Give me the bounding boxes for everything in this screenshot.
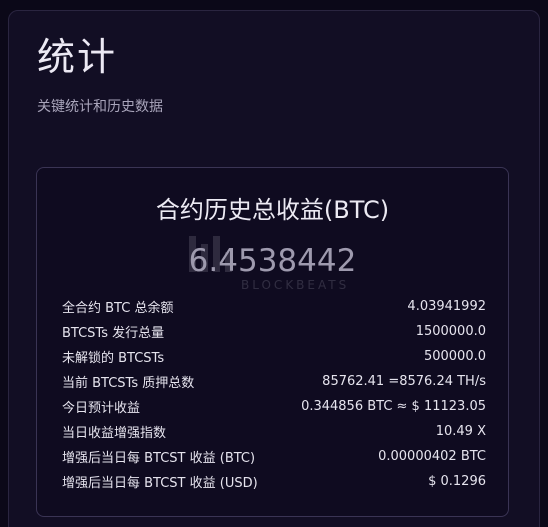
stat-row-boost-index: 当日收益增强指数 10.49 X [62,419,486,444]
stat-row-btcst-supply: BTCSTs 发行总量 1500000.0 [62,319,486,344]
stat-value: 0.344856 BTC ≈ $ 11123.05 [301,399,486,414]
stat-row-boosted-revenue-usd: 增强后当日每 BTCST 收益 (USD) $ 0.1296 [62,469,486,494]
stat-row-total-btc-balance: 全合约 BTC 总余额 4.03941992 [62,294,486,319]
stat-value: 85762.41 =8576.24 TH/s [322,374,486,389]
stat-row-locked-btcst: 未解锁的 BTCSTs 500000.0 [62,344,486,369]
stat-value: 1500000.0 [415,324,486,339]
stat-label: 当前 BTCSTs 质押总数 [62,376,195,391]
stat-list: 全合约 BTC 总余额 4.03941992 BTCSTs 发行总量 15000… [62,294,486,494]
stat-value: 0.00000402 BTC [378,449,486,464]
watermark-text: BLOCKBEATS [241,278,350,292]
page-subtitle: 关键统计和历史数据 [37,99,163,115]
stat-label: 未解锁的 BTCSTs [62,351,165,366]
stat-label: 增强后当日每 BTCST 收益 (BTC) [62,451,256,466]
stat-row-today-estimated-revenue: 今日预计收益 0.344856 BTC ≈ $ 11123.05 [62,394,486,419]
card-title: 合约历史总收益(BTC) [155,196,390,224]
page-title: 统计 [37,35,118,79]
stat-label: BTCSTs 发行总量 [62,326,165,341]
stat-label: 当日收益增强指数 [62,426,167,441]
stat-row-boosted-revenue-btc: 增强后当日每 BTCST 收益 (BTC) 0.00000402 BTC [62,444,486,469]
stat-label: 增强后当日每 BTCST 收益 (USD) [62,476,258,491]
stat-value: $ 0.1296 [428,474,486,489]
total-revenue-value: 6.4538442 [188,243,357,279]
stat-label: 今日预计收益 [62,401,141,416]
stat-label: 全合约 BTC 总余额 [62,301,174,316]
stat-value: 500000.0 [423,349,486,364]
stat-value: 4.03941992 [407,299,486,314]
stats-card: 合约历史总收益(BTC) BLOCKBEATS 6.4538442 全合约 BT… [36,167,509,517]
stat-row-staked-btcst: 当前 BTCSTs 质押总数 85762.41 =8576.24 TH/s [62,369,486,394]
stat-value: 10.49 X [435,424,486,439]
